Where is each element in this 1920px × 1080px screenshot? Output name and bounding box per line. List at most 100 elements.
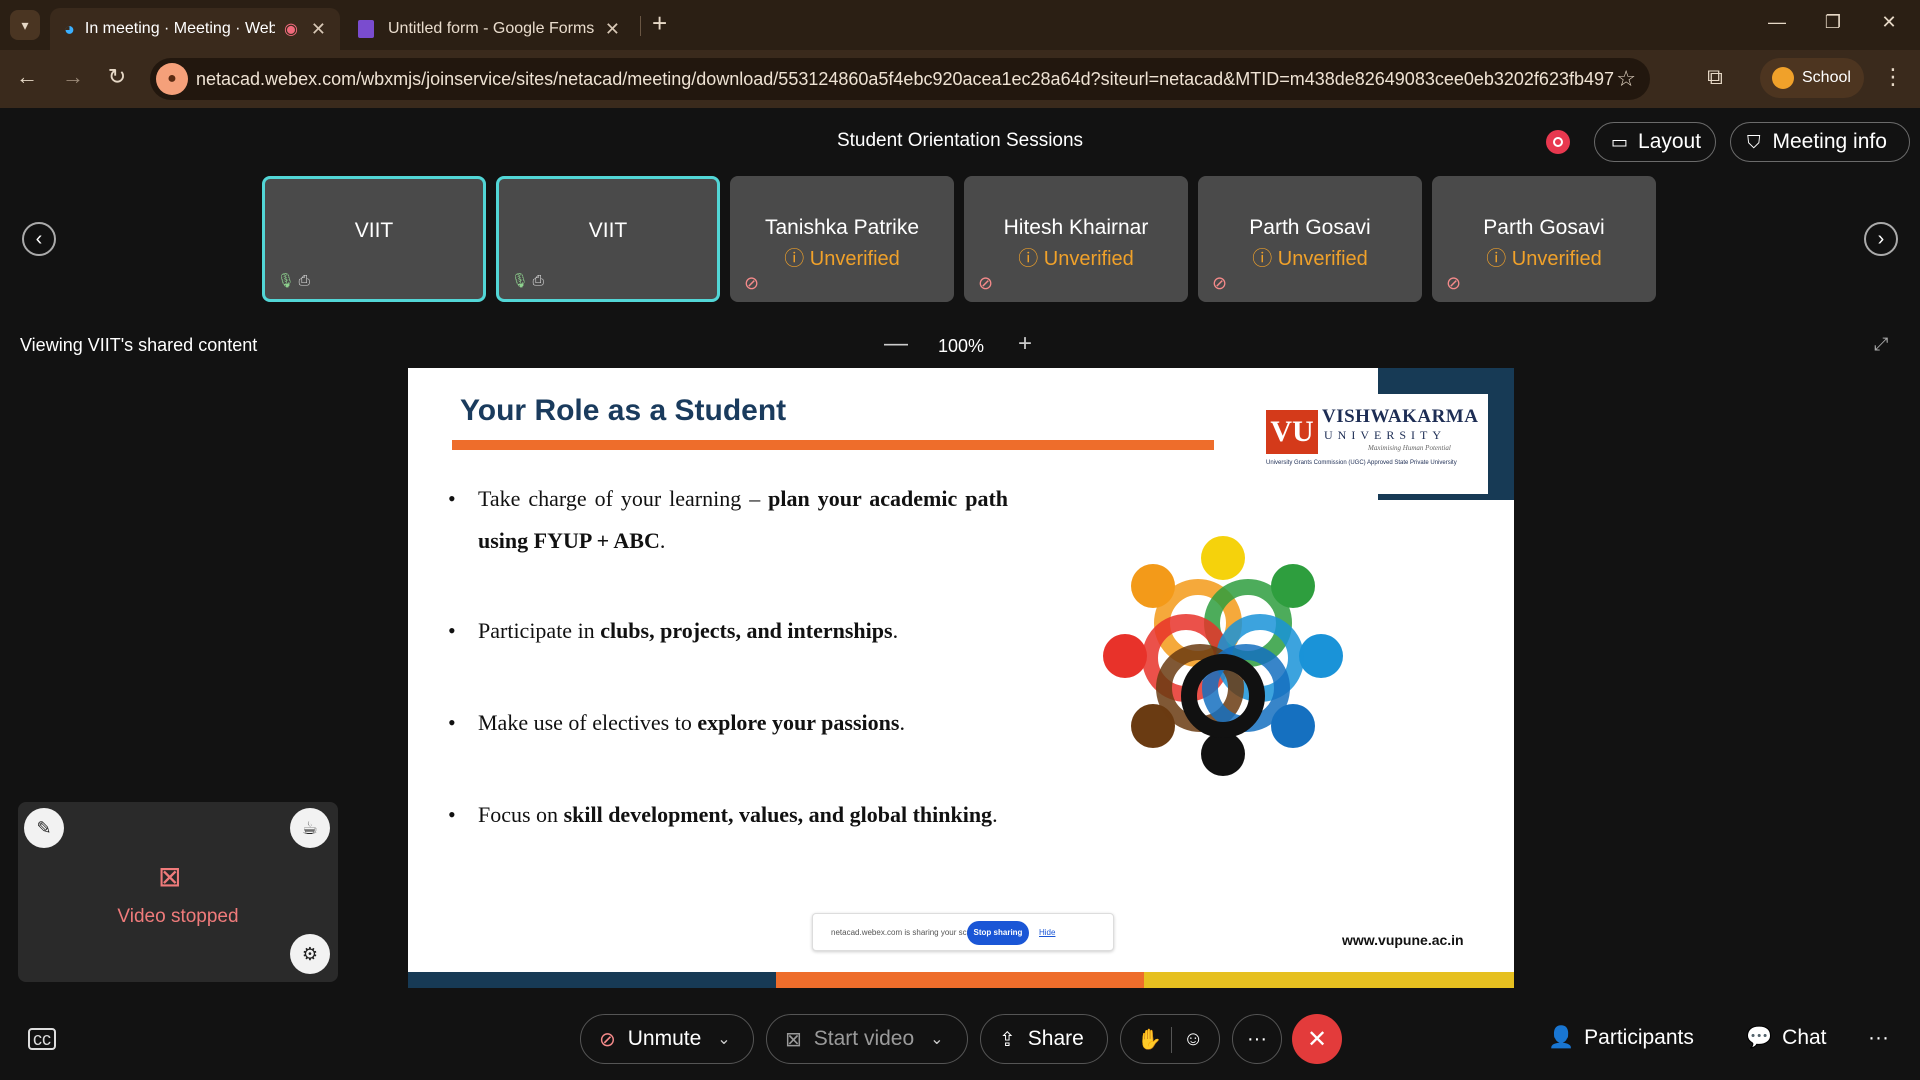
- unmute-button[interactable]: ⊘ Unmute ⌄: [580, 1014, 754, 1064]
- participants-prev-arrow[interactable]: ‹: [22, 222, 56, 256]
- logo-sub: UNIVERSITY: [1324, 428, 1446, 442]
- mic-active-icon: 🎙 ⎙: [277, 272, 310, 288]
- reactions-icon[interactable]: ☺: [1183, 1028, 1203, 1051]
- forward-icon[interactable]: →: [58, 64, 88, 90]
- slide-bullet: • Make use of electives to explore your …: [448, 710, 905, 735]
- share-button[interactable]: ⇪ Share: [980, 1014, 1108, 1064]
- mic-muted-icon: ⊘: [1212, 273, 1228, 293]
- logo-name: VISHWAKARMA: [1322, 406, 1479, 427]
- share-label: Share: [1027, 1027, 1084, 1050]
- participant-tile[interactable]: VIIT 🎙 ⎙: [496, 176, 720, 302]
- zoom-out-button[interactable]: —: [884, 330, 908, 358]
- more-options-button[interactable]: ···: [1232, 1014, 1282, 1064]
- mic-muted-icon: ⊘: [599, 1028, 616, 1051]
- help-circle-icon: ⓘ: [1252, 248, 1278, 270]
- restore-icon[interactable]: ❐: [1818, 12, 1848, 33]
- unmute-label: Unmute: [627, 1027, 702, 1050]
- unverified-badge: ⓘ Unverified: [784, 248, 900, 270]
- back-icon[interactable]: ←: [12, 64, 42, 90]
- extensions-icon[interactable]: ⧉: [1700, 64, 1730, 90]
- shared-slide: VU VISHWAKARMA UNIVERSITY Maximising Hum…: [408, 368, 1514, 988]
- site-info-icon[interactable]: ●: [156, 63, 188, 95]
- help-circle-icon: ⓘ: [1486, 248, 1512, 270]
- participant-name: Tanishka Patrike: [764, 216, 920, 239]
- gear-icon[interactable]: ⚙: [290, 934, 330, 974]
- close-icon: ✕: [1306, 1025, 1328, 1053]
- slide-website: www.vupune.ac.in: [1342, 932, 1464, 948]
- coffee-break-icon[interactable]: ☕: [290, 808, 330, 848]
- webex-icon: ◕: [64, 18, 75, 39]
- sharing-icon: ⎙: [298, 272, 310, 288]
- chat-label: Chat: [1782, 1026, 1827, 1049]
- captions-icon[interactable]: cc: [28, 1028, 56, 1050]
- participant-tile[interactable]: Parth Gosavi ⓘ Unverified ⊘: [1432, 176, 1656, 302]
- new-tab-button[interactable]: +: [652, 8, 667, 39]
- close-icon[interactable]: ✕: [605, 19, 620, 40]
- mic-muted-icon: ⊘: [744, 273, 760, 293]
- profile-button[interactable]: School: [1760, 58, 1864, 98]
- unverified-badge: ⓘ Unverified: [1018, 248, 1134, 270]
- window-close-icon[interactable]: ✕: [1874, 12, 1904, 33]
- self-view-panel: ✎ ☕ ⊠ Video stopped ⚙: [18, 802, 338, 982]
- meeting-info-button[interactable]: ⛉ Meeting info: [1730, 122, 1910, 162]
- screen-share-notice: netacad.webex.com is sharing your screen…: [812, 913, 1114, 951]
- close-icon[interactable]: ✕: [311, 19, 326, 40]
- logo-tagline: Maximising Human Potential: [1368, 444, 1451, 452]
- share-notice-text: netacad.webex.com is sharing your screen…: [831, 928, 985, 937]
- participant-tile[interactable]: Parth Gosavi ⓘ Unverified ⊘: [1198, 176, 1422, 302]
- recording-icon: ◉: [284, 21, 298, 38]
- slide-bullet: • Focus on skill development, values, an…: [448, 802, 998, 827]
- hide-link[interactable]: Hide: [1039, 928, 1055, 937]
- meeting-info-label: Meeting info: [1772, 130, 1887, 153]
- participant-name: Hitesh Khairnar: [1003, 216, 1149, 239]
- raise-hand-icon[interactable]: ✋: [1137, 1027, 1162, 1052]
- sharing-icon: ⎙: [532, 272, 544, 288]
- tab-webex[interactable]: ◕ In meeting · Meeting · Webex ◉ ✕: [50, 8, 340, 50]
- people-circle-graphic: [1103, 536, 1343, 776]
- profile-avatar: [1772, 67, 1794, 89]
- person-icon: 👤: [1548, 1026, 1575, 1049]
- start-video-button[interactable]: ⊠ Start video ⌄: [766, 1014, 968, 1064]
- pin-icon[interactable]: ✎: [24, 808, 64, 848]
- shield-icon: ⛉: [1747, 131, 1761, 152]
- stop-sharing-button[interactable]: Stop sharing: [967, 921, 1029, 945]
- participant-name: VIIT: [588, 219, 628, 242]
- help-circle-icon: ⓘ: [784, 248, 810, 270]
- expand-icon[interactable]: ⤢: [1874, 334, 1888, 355]
- tab-google-forms[interactable]: Untitled form - Google Forms ✕: [344, 8, 634, 50]
- recording-indicator-icon: [1546, 130, 1570, 154]
- tab-search-button[interactable]: ▾: [10, 10, 40, 40]
- video-stopped-label: Video stopped: [117, 906, 239, 927]
- chevron-down-icon[interactable]: ⌄: [717, 1029, 730, 1049]
- leave-meeting-button[interactable]: ✕: [1292, 1014, 1342, 1064]
- minimize-icon[interactable]: —: [1762, 12, 1792, 33]
- slide-bottom-stripes: [408, 972, 1514, 988]
- participant-tile[interactable]: VIIT 🎙 ⎙: [262, 176, 486, 302]
- participant-tile[interactable]: Hitesh Khairnar ⓘ Unverified ⊘: [964, 176, 1188, 302]
- chat-icon: 💬: [1746, 1026, 1773, 1049]
- chevron-down-icon[interactable]: ⌄: [930, 1029, 943, 1049]
- bookmark-star-icon[interactable]: ☆: [1616, 66, 1636, 92]
- chat-button[interactable]: 💬 Chat: [1746, 1026, 1827, 1050]
- zoom-in-button[interactable]: +: [1018, 330, 1032, 358]
- reload-icon[interactable]: ↻: [102, 64, 132, 90]
- layout-icon: ▭: [1611, 131, 1629, 152]
- more-menu-icon[interactable]: ···: [1868, 1026, 1889, 1050]
- profile-label: School: [1802, 69, 1851, 86]
- start-video-label: Start video: [813, 1027, 915, 1050]
- slide-title: Your Role as a Student: [460, 394, 787, 427]
- video-off-icon: ⊠: [785, 1028, 802, 1051]
- slide-bullet: • Take charge of your learning – plan yo…: [448, 486, 1009, 553]
- participants-next-arrow[interactable]: ›: [1864, 222, 1898, 256]
- participant-name: Parth Gosavi: [1249, 216, 1371, 239]
- logo-ugc-line: University Grants Commission (UGC) Appro…: [1266, 460, 1457, 466]
- address-bar[interactable]: ● netacad.webex.com/wbxmjs/joinservice/s…: [150, 58, 1650, 100]
- university-logo: VU VISHWAKARMA UNIVERSITY Maximising Hum…: [1258, 394, 1488, 494]
- slide-bullet: • Participate in clubs, projects, and in…: [448, 618, 899, 643]
- browser-menu-icon[interactable]: ⋮: [1878, 64, 1908, 90]
- participant-tile[interactable]: Tanishka Patrike ⓘ Unverified ⊘: [730, 176, 954, 302]
- participants-button[interactable]: 👤 Participants: [1548, 1026, 1694, 1050]
- browser-tab-bar: ▾ ◕ In meeting · Meeting · Webex ◉ ✕ Unt…: [0, 0, 1920, 50]
- help-circle-icon: ⓘ: [1018, 248, 1044, 270]
- layout-button[interactable]: ▭ Layout: [1594, 122, 1716, 162]
